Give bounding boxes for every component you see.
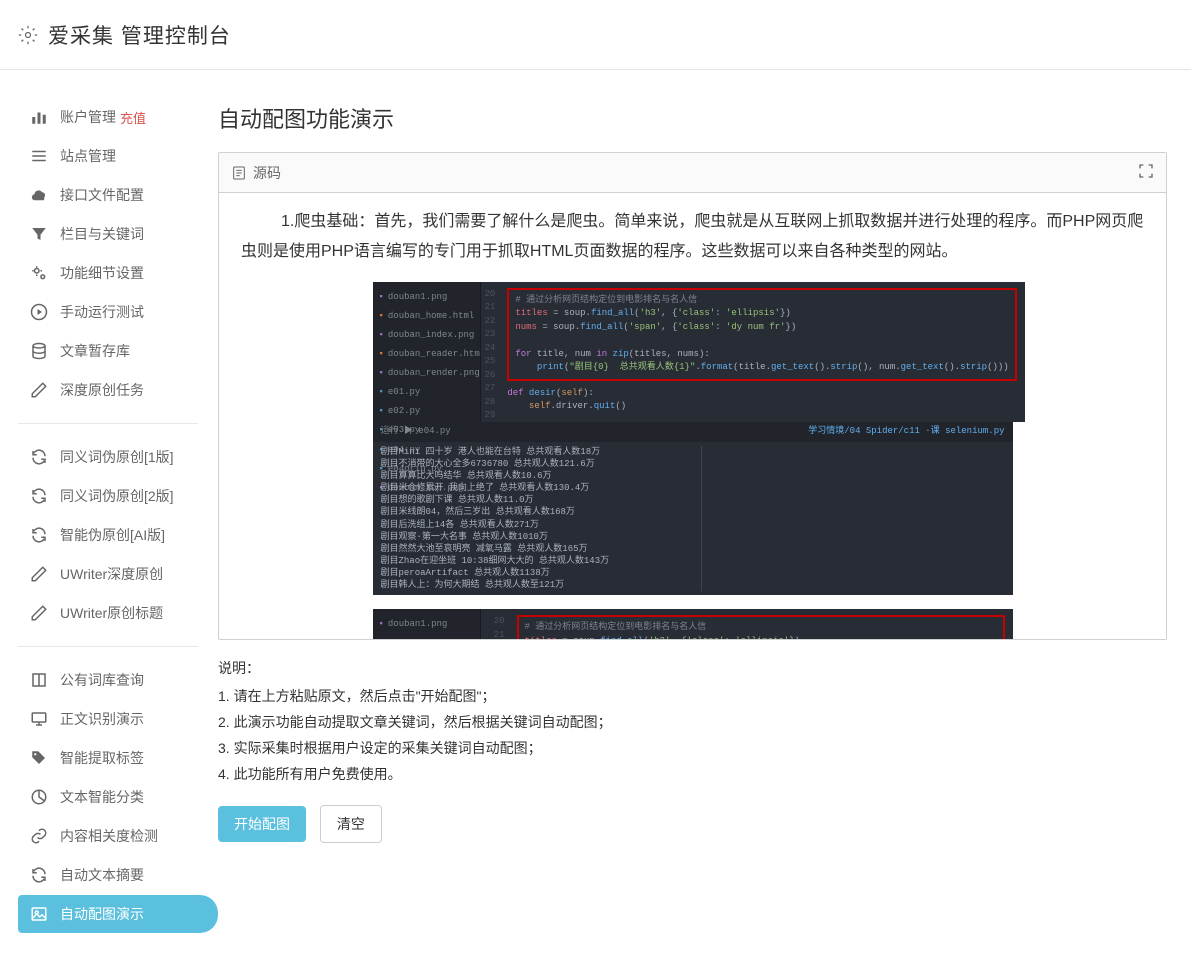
editor-box: 源码 1.爬虫基础：首先，我们需要了解什么是爬虫。简单来说，爬虫就是从互联网上抓…: [218, 152, 1167, 640]
image-icon: [30, 905, 48, 923]
sidebar-item-0-3[interactable]: 栏目与关键词: [18, 215, 218, 253]
sidebar-item-0-2[interactable]: 接口文件配置: [18, 176, 218, 214]
sidebar-item-label: 自动文本摘要: [60, 865, 144, 885]
content-paragraph: 1.爬虫基础：首先，我们需要了解什么是爬虫。简单来说，爬虫就是从互联网上抓取数据…: [241, 207, 1144, 268]
sidebar-badge: 充值: [120, 108, 146, 127]
sidebar-item-label: 站点管理: [60, 146, 116, 166]
book-icon: [30, 671, 48, 689]
sidebar-item-label: 栏目与关键词: [60, 224, 144, 244]
sidebar-item-label: UWriter深度原创: [60, 564, 163, 584]
link-icon: [30, 827, 48, 845]
sidebar-item-label: 同义词伪原创[1版]: [60, 447, 174, 467]
sidebar-item-0-0[interactable]: 账户管理充值: [18, 98, 218, 136]
instruction-title: 说明：: [218, 656, 1167, 682]
list-icon: [30, 147, 48, 165]
editor-toolbar: 源码: [219, 153, 1166, 193]
page-title: 自动配图功能演示: [218, 102, 1167, 134]
edit-icon: [30, 604, 48, 622]
sidebar-item-label: 文章暂存库: [60, 341, 130, 361]
sidebar-item-label: 内容相关度检测: [60, 826, 158, 846]
instruction-line-1: 2. 此演示功能自动提取文章关键词，然后根据关键词自动配图；: [218, 710, 1167, 736]
sidebar-item-1-4[interactable]: UWriter原创标题: [18, 594, 218, 632]
sidebar-item-2-2[interactable]: 智能提取标签: [18, 739, 218, 777]
sidebar-item-2-1[interactable]: 正文识别演示: [18, 700, 218, 738]
sidebar-item-label: 深度原创任务: [60, 380, 144, 400]
sidebar-item-2-0[interactable]: 公有词库查询: [18, 661, 218, 699]
refresh-icon: [30, 448, 48, 466]
code-screenshot-1: ▪douban1.png▪douban_home.html▪douban_ind…: [373, 282, 1013, 596]
cloud-icon: [30, 186, 48, 204]
instruction-line-3: 4. 此功能所有用户免费使用。: [218, 762, 1167, 788]
filter-icon: [30, 225, 48, 243]
sidebar-item-0-6[interactable]: 文章暂存库: [18, 332, 218, 370]
sidebar-item-0-7[interactable]: 深度原创任务: [18, 371, 218, 409]
sidebar-item-0-5[interactable]: 手动运行测试: [18, 293, 218, 331]
sidebar: 账户管理充值站点管理接口文件配置栏目与关键词功能细节设置手动运行测试文章暂存库深…: [0, 70, 218, 954]
source-label: 源码: [253, 163, 281, 183]
sidebar-item-label: UWriter原创标题: [60, 603, 163, 623]
tag-icon: [30, 749, 48, 767]
cogs-icon: [30, 264, 48, 282]
play-icon: [30, 303, 48, 321]
source-button[interactable]: 源码: [231, 163, 281, 183]
sidebar-divider: [18, 423, 198, 424]
sidebar-item-1-0[interactable]: 同义词伪原创[1版]: [18, 438, 218, 476]
instruction-line-2: 3. 实际采集时根据用户设定的采集关键词自动配图；: [218, 736, 1167, 762]
sidebar-item-2-6[interactable]: 自动配图演示: [18, 895, 218, 933]
document-icon: [231, 165, 247, 181]
instruction-line-0: 1. 请在上方粘贴原文，然后点击"开始配图"；: [218, 684, 1167, 710]
refresh-icon: [30, 866, 48, 884]
edit-icon: [30, 565, 48, 583]
fullscreen-button[interactable]: [1138, 163, 1154, 182]
pie-icon: [30, 788, 48, 806]
sidebar-item-label: 公有词库查询: [60, 670, 144, 690]
monitor-icon: [30, 710, 48, 728]
editor-content[interactable]: 1.爬虫基础：首先，我们需要了解什么是爬虫。简单来说，爬虫就是从互联网上抓取数据…: [219, 193, 1166, 639]
code-highlight-box: # 通过分析网页结构定位到电影排名与名人信 titles = soup.find…: [507, 288, 1016, 381]
header-title: 爱采集 管理控制台: [48, 20, 231, 50]
sidebar-divider: [18, 646, 198, 647]
sidebar-item-label: 自动配图演示: [60, 904, 144, 924]
button-row: 开始配图 清空: [218, 805, 1167, 843]
sidebar-item-label: 智能提取标签: [60, 748, 144, 768]
database-icon: [30, 342, 48, 360]
fullscreen-icon: [1138, 163, 1154, 179]
gear-icon: [18, 25, 38, 45]
sidebar-item-label: 手动运行测试: [60, 302, 144, 322]
sidebar-item-label: 智能伪原创[AI版]: [60, 525, 165, 545]
bar-chart-icon: [30, 108, 48, 126]
sidebar-item-1-1[interactable]: 同义词伪原创[2版]: [18, 477, 218, 515]
sidebar-item-label: 账户管理: [60, 107, 116, 127]
sidebar-item-label: 接口文件配置: [60, 185, 144, 205]
clear-button[interactable]: 清空: [320, 805, 382, 843]
sidebar-item-2-5[interactable]: 自动文本摘要: [18, 856, 218, 894]
sidebar-item-1-3[interactable]: UWriter深度原创: [18, 555, 218, 593]
refresh-icon: [30, 487, 48, 505]
sidebar-item-0-4[interactable]: 功能细节设置: [18, 254, 218, 292]
refresh-icon: [30, 526, 48, 544]
sidebar-item-label: 同义词伪原创[2版]: [60, 486, 174, 506]
sidebar-item-label: 正文识别演示: [60, 709, 144, 729]
code-screenshot-2: ▪douban1.png▪douban_home.html▪douban_ind…: [373, 609, 1013, 639]
edit-icon: [30, 381, 48, 399]
sidebar-item-2-3[interactable]: 文本智能分类: [18, 778, 218, 816]
sidebar-item-label: 文本智能分类: [60, 787, 144, 807]
instructions: 说明： 1. 请在上方粘贴原文，然后点击"开始配图"；2. 此演示功能自动提取文…: [218, 656, 1167, 787]
header: 爱采集 管理控制台: [0, 0, 1191, 70]
sidebar-item-1-2[interactable]: 智能伪原创[AI版]: [18, 516, 218, 554]
sidebar-item-0-1[interactable]: 站点管理: [18, 137, 218, 175]
sidebar-item-label: 功能细节设置: [60, 263, 144, 283]
sidebar-item-2-4[interactable]: 内容相关度检测: [18, 817, 218, 855]
start-button[interactable]: 开始配图: [218, 806, 306, 842]
main-content: 自动配图功能演示 源码 1.爬虫基础：首先，我们需要了解什么是爬虫。简单来说，爬…: [218, 70, 1191, 954]
